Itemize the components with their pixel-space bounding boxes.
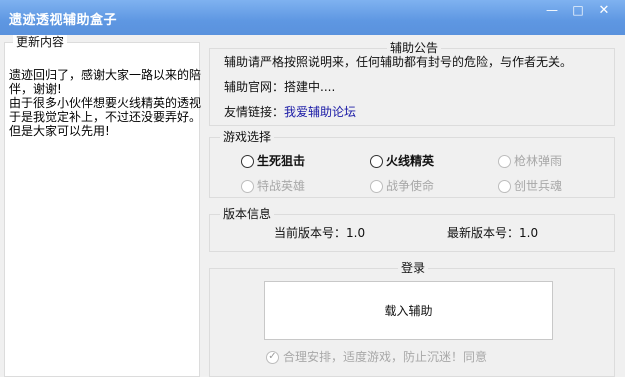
- version-title: 版本信息: [220, 207, 275, 221]
- update-text: 遗迹回归了，感谢大家一路以来的陪 伴，谢谢! 由于很多小伙伴想要火线精英的透视 …: [9, 68, 231, 138]
- update-line: 伴，谢谢!: [9, 82, 62, 96]
- current-version-label: 当前版本号：: [274, 226, 347, 240]
- latest-version-value: 1.0: [519, 226, 539, 240]
- update-line: 于是我觉定补上，不过还没要弄好。: [9, 110, 202, 124]
- notice-title: 辅助公告: [387, 41, 442, 55]
- game-select-title: 游戏选择: [220, 130, 275, 144]
- radio-circle-icon: [241, 179, 254, 193]
- update-line: 但是大家可以先用!: [9, 124, 110, 138]
- radio-circle-icon: [370, 179, 383, 193]
- agree-text: 合理安排，适度游戏，防止沉迷！同意: [283, 350, 488, 364]
- radio-game-5[interactable]: 战争使命: [370, 179, 434, 193]
- website-value: 搭建中....: [284, 80, 336, 94]
- current-version: 当前版本号：1.0: [274, 226, 365, 240]
- notice-warning: 辅助请严格按照说明来，任何辅助都有封号的危险，与作者无关。: [224, 55, 573, 69]
- maximize-button[interactable]: □: [566, 0, 590, 20]
- login-title: 登录: [398, 261, 429, 275]
- radio-game-3[interactable]: 枪林弹雨: [498, 154, 562, 168]
- check-icon: ✓: [266, 350, 279, 364]
- close-button[interactable]: ✕: [592, 0, 616, 20]
- radio-game-4[interactable]: 特战英雄: [241, 179, 305, 193]
- radio-game-2[interactable]: 火线精英: [370, 154, 434, 168]
- latest-version-label: 最新版本号：: [447, 226, 520, 240]
- update-panel-title: 更新内容: [13, 35, 68, 49]
- radio-game-6[interactable]: 创世兵魂: [498, 179, 562, 193]
- agree-checkbox[interactable]: ✓ 合理安排，适度游戏，防止沉迷！同意: [266, 350, 487, 364]
- radio-circle-icon: [241, 154, 254, 168]
- website-label: 辅助官网：: [224, 80, 285, 94]
- app-window: 遗迹透视辅助盒子 — □ ✕ 更新内容 遗迹回归了，感谢大家一路以来的陪 伴，谢…: [0, 0, 625, 377]
- update-line: 遗迹回归了，感谢大家一路以来的陪: [9, 68, 202, 82]
- update-line: 由于很多小伙伴想要火线精英的透视: [9, 96, 202, 110]
- minimize-button[interactable]: —: [540, 0, 564, 20]
- window-title: 遗迹透视辅助盒子: [9, 13, 118, 28]
- links-row: 友情链接：我爱辅助论坛: [224, 105, 356, 119]
- radio-circle-icon: [498, 154, 511, 168]
- current-version-value: 1.0: [346, 226, 366, 240]
- load-assist-button[interactable]: 载入辅助: [264, 281, 553, 340]
- radio-circle-icon: [370, 154, 383, 168]
- latest-version: 最新版本号：1.0: [447, 226, 538, 240]
- radio-circle-icon: [498, 179, 511, 193]
- radio-game-1[interactable]: 生死狙击: [241, 154, 305, 168]
- links-label: 友情链接：: [224, 105, 285, 119]
- friend-link[interactable]: 我爱辅助论坛: [284, 105, 356, 119]
- website-row: 辅助官网：搭建中....: [224, 80, 335, 94]
- version-group: 版本信息: [209, 207, 615, 252]
- title-bar[interactable]: 遗迹透视辅助盒子 — □ ✕: [0, 0, 625, 35]
